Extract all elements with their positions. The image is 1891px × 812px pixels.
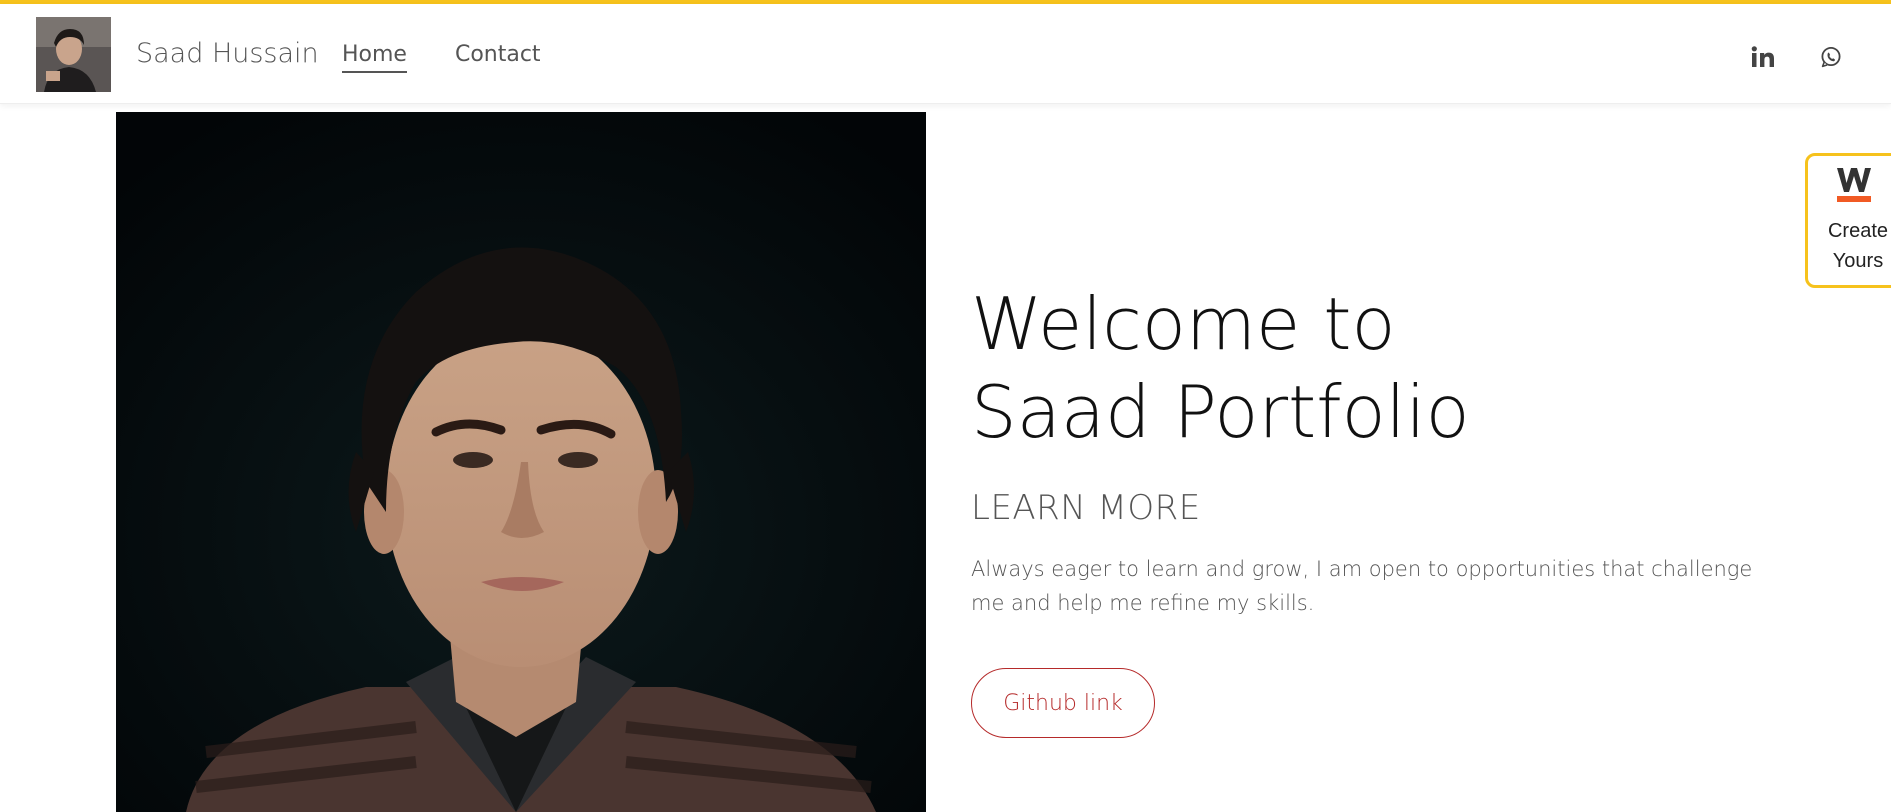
hero-subtitle: LEARN MORE (971, 488, 1201, 528)
page: Saad Hussain Home Contact Welcome to Saa… (0, 0, 1891, 812)
widget-label-line1: Create (1827, 220, 1889, 242)
hero-title: Welcome to Saad Portfolio (971, 282, 1470, 454)
main-nav: Home Contact (342, 42, 541, 73)
whatsapp-icon[interactable] (1816, 42, 1846, 72)
site-header: Saad Hussain Home Contact (0, 4, 1891, 104)
widget-label-line2: Yours (1832, 250, 1884, 272)
hero-portrait-photo (116, 112, 926, 812)
hero-text-block: Welcome to Saad Portfolio LEARN MORE Alw… (971, 280, 1771, 620)
nav-home-link[interactable]: Home (342, 42, 407, 73)
site-name[interactable]: Saad Hussain (136, 38, 319, 69)
create-yours-widget[interactable]: Create Yours (1805, 153, 1891, 288)
linkedin-icon[interactable] (1748, 42, 1778, 72)
github-link-button[interactable]: Github link (971, 668, 1155, 738)
widget-label: Create Yours (1818, 216, 1891, 276)
nav-contact-link[interactable]: Contact (455, 42, 541, 73)
w-logo-icon (1836, 166, 1872, 204)
hero-description: Always eager to learn and grow, I am ope… (971, 557, 1753, 615)
avatar[interactable] (36, 17, 111, 92)
